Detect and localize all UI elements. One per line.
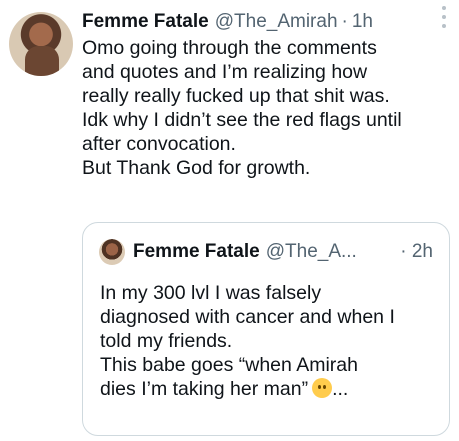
timestamp[interactable]: 1h — [352, 10, 373, 34]
author-name[interactable]: Femme Fatale — [82, 10, 209, 34]
quoted-ellipsis: ... — [332, 378, 349, 400]
quoted-author-handle: @The_A... — [265, 241, 357, 262]
quoted-timestamp: · 2h — [400, 241, 433, 262]
author-handle[interactable]: @The_Amirah — [215, 10, 338, 34]
tweet[interactable]: Femme Fatale @The_Amirah · 1h Omo going … — [0, 0, 459, 441]
quoted-avatar — [99, 239, 125, 265]
more-options-icon[interactable] — [441, 6, 447, 28]
separator: · — [341, 11, 348, 32]
quoted-tweet-header: Femme Fatale @The_A... · 2h — [99, 239, 433, 265]
tweet-header: Femme Fatale @The_Amirah · 1h — [82, 10, 452, 34]
quoted-tweet-text: In my 300 lvl I was falsely diagnosed wi… — [100, 281, 440, 401]
tweet-text: Omo going through the comments and quote… — [82, 37, 402, 179]
quoted-author-name: Femme Fatale — [133, 241, 260, 262]
tweet-content: Femme Fatale @The_Amirah · 1h Omo going … — [82, 10, 452, 180]
quoted-text-body: In my 300 lvl I was falsely diagnosed wi… — [100, 282, 395, 400]
avatar[interactable] — [9, 12, 73, 76]
quoted-tweet[interactable]: Femme Fatale @The_A... · 2h In my 300 lv… — [82, 222, 450, 436]
upside-down-face-emoji-icon — [312, 378, 333, 398]
